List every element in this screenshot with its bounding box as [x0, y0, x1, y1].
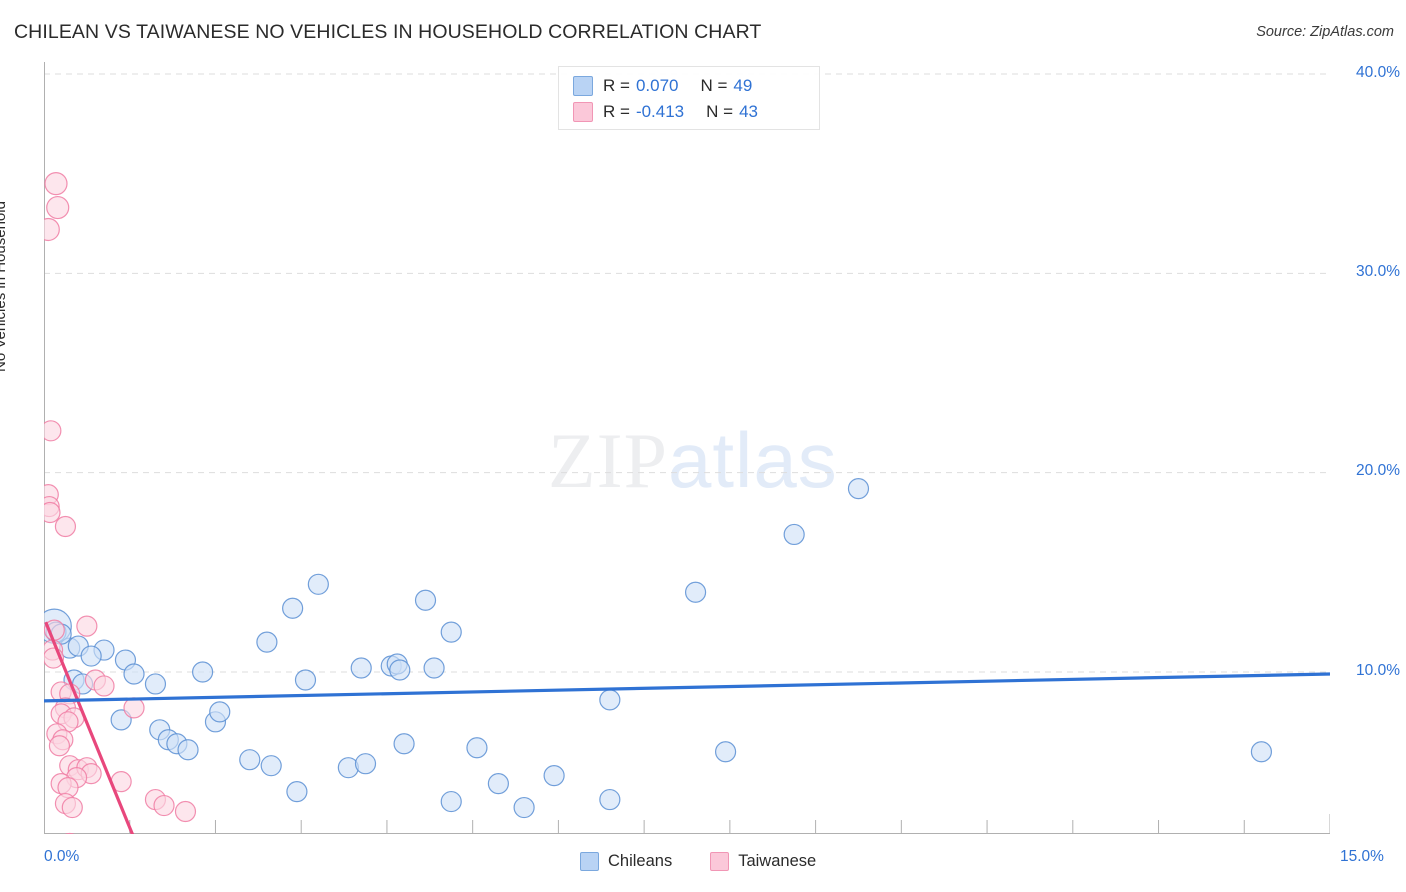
source-label: Source: ZipAtlas.com [1256, 24, 1394, 40]
n-value: 43 [739, 102, 758, 121]
scatter-point-chileans[interactable] [282, 597, 304, 619]
scatter-point-chileans[interactable] [389, 659, 411, 681]
scatter-point-taiwanese[interactable] [44, 420, 62, 442]
correlation-legend-row-taiwanese: R = -0.413 N = 43 [573, 99, 809, 125]
scatter-point-taiwanese[interactable] [153, 794, 175, 817]
chart-page: CHILEAN VS TAIWANESE NO VEHICLES IN HOUS… [0, 0, 1406, 892]
scatter-point-taiwanese[interactable] [46, 195, 70, 220]
scatter-point-chileans[interactable] [80, 645, 102, 667]
scatter-point-chileans[interactable] [294, 669, 317, 691]
scatter-point-taiwanese[interactable] [123, 697, 145, 719]
scatter-point-taiwanese[interactable] [76, 615, 98, 637]
scatter-point-chileans[interactable] [350, 657, 372, 679]
chileans-swatch-icon [573, 76, 593, 96]
chileans-legend-swatch-icon [580, 852, 599, 871]
y-axis-tick-label: 40.0% [1356, 64, 1400, 81]
scatter-point-taiwanese[interactable] [44, 172, 68, 196]
r-label: R = [603, 102, 630, 121]
scatter-point-taiwanese[interactable] [44, 217, 60, 242]
legend-label-taiwanese: Taiwanese [738, 852, 817, 870]
trendline-chileans [44, 672, 1330, 703]
correlation-legend-row-chileans: R = 0.070 N = 49 [573, 73, 809, 99]
scatter-point-taiwanese[interactable] [54, 515, 77, 538]
scatter-point-chileans[interactable] [144, 673, 167, 695]
taiwanese-swatch-icon [573, 102, 593, 122]
scatter-point-chileans[interactable] [599, 689, 621, 711]
scatter-point-chileans[interactable] [466, 737, 488, 759]
y-axis-tick-label: 30.0% [1356, 263, 1400, 280]
series-legend: Chileans Taiwanese [580, 852, 816, 871]
scatter-point-chileans[interactable] [487, 773, 509, 795]
legend-label-chileans: Chileans [608, 852, 673, 870]
scatter-point-chileans[interactable] [307, 573, 329, 595]
r-value: 0.070 [635, 76, 679, 95]
scatter-point-chileans[interactable] [783, 523, 805, 546]
scatter-point-chileans[interactable] [513, 796, 535, 819]
r-label: R = [603, 76, 630, 95]
y-axis-tick-label: 20.0% [1356, 462, 1400, 479]
scatter-point-chileans[interactable] [239, 749, 261, 771]
scatter-point-chileans[interactable] [684, 581, 707, 603]
scatter-point-chileans[interactable] [440, 621, 462, 643]
x-axis-tick-label: 15.0% [1340, 848, 1384, 865]
scatter-point-chileans[interactable] [260, 755, 282, 777]
scatter-point-chileans[interactable] [393, 733, 415, 755]
scatter-point-chileans[interactable] [256, 631, 278, 653]
scatter-point-chileans[interactable] [209, 701, 231, 723]
scatter-point-chileans[interactable] [847, 478, 870, 500]
scatter-point-taiwanese[interactable] [174, 800, 197, 823]
n-value: 49 [733, 76, 753, 95]
y-axis-title: No Vehicles in Household [0, 201, 9, 372]
y-axis-tick-label: 10.0% [1356, 662, 1400, 679]
scatter-point-chileans[interactable] [423, 657, 445, 679]
n-label: N = [700, 76, 728, 95]
scatter-point-chileans[interactable] [123, 663, 145, 685]
plot-svg [44, 62, 1330, 834]
scatter-plot-area [44, 62, 1330, 834]
scatter-point-taiwanese[interactable] [48, 735, 71, 757]
scatter-point-chileans[interactable] [354, 753, 377, 775]
scatter-point-chileans[interactable] [543, 765, 565, 787]
correlation-legend: R = 0.070 N = 49 R = -0.413 N = 43 [558, 66, 820, 130]
scatter-point-chileans[interactable] [599, 788, 621, 811]
scatter-point-chileans[interactable] [177, 739, 199, 761]
scatter-point-chileans[interactable] [192, 661, 214, 683]
scatter-point-chileans[interactable] [1250, 741, 1273, 763]
r-value: -0.413 [635, 102, 685, 121]
taiwanese-legend-swatch-icon [710, 852, 730, 871]
legend-item-chileans[interactable]: Chileans [580, 852, 672, 871]
scatter-point-chileans[interactable] [414, 589, 437, 611]
scatter-point-taiwanese[interactable] [93, 675, 115, 697]
scatter-point-taiwanese[interactable] [61, 796, 83, 819]
x-axis-tick-label: 0.0% [44, 848, 80, 865]
legend-item-taiwanese[interactable]: Taiwanese [710, 852, 816, 871]
scatter-point-chileans[interactable] [286, 780, 308, 803]
page-title: CHILEAN VS TAIWANESE NO VEHICLES IN HOUS… [14, 21, 762, 43]
scatter-point-chileans[interactable] [714, 741, 737, 763]
scatter-point-chileans[interactable] [440, 790, 462, 813]
n-label: N = [706, 102, 734, 121]
